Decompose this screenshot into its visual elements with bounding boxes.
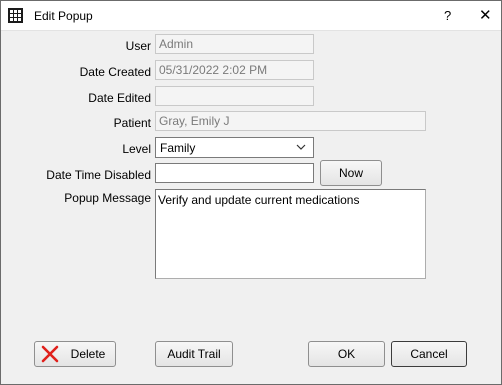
level-selected-value: Family xyxy=(160,141,196,155)
ok-button[interactable]: OK xyxy=(308,341,385,367)
level-label: Level xyxy=(122,142,151,156)
chevron-down-icon[interactable] xyxy=(296,141,306,155)
cancel-button-label: Cancel xyxy=(410,347,448,361)
popup-message-textarea[interactable]: Verify and update current medications xyxy=(155,189,426,279)
window-title: Edit Popup xyxy=(34,9,93,23)
audit-trail-button-label: Audit Trail xyxy=(167,347,221,361)
level-select[interactable]: Family xyxy=(155,137,314,158)
delete-button[interactable]: Delete xyxy=(34,341,116,367)
delete-button-label: Delete xyxy=(70,347,106,361)
app-grid-icon xyxy=(8,8,23,23)
help-button[interactable]: ? xyxy=(444,8,451,23)
edit-popup-window: Edit Popup ? ✕ User Admin Date Created 0… xyxy=(0,0,502,385)
patient-field: Gray, Emily J xyxy=(155,111,426,131)
date-edited-label: Date Edited xyxy=(88,91,151,105)
now-button[interactable]: Now xyxy=(320,160,382,186)
delete-x-icon xyxy=(41,345,59,363)
title-bar[interactable]: Edit Popup ? ✕ xyxy=(1,1,501,31)
close-button[interactable]: ✕ xyxy=(479,6,492,24)
ok-button-label: OK xyxy=(337,347,356,361)
audit-trail-button[interactable]: Audit Trail xyxy=(155,341,233,367)
user-field: Admin xyxy=(155,34,314,54)
popup-message-label: Popup Message xyxy=(64,191,151,205)
date-edited-field xyxy=(155,86,314,106)
date-time-disabled-label: Date Time Disabled xyxy=(46,168,151,182)
cancel-button[interactable]: Cancel xyxy=(391,341,467,367)
now-button-label: Now xyxy=(338,166,363,180)
date-time-disabled-input[interactable] xyxy=(155,163,314,183)
user-label: User xyxy=(125,39,151,53)
date-created-label: Date Created xyxy=(79,65,151,79)
date-created-field: 05/31/2022 2:02 PM xyxy=(155,60,314,80)
patient-label: Patient xyxy=(113,116,151,130)
